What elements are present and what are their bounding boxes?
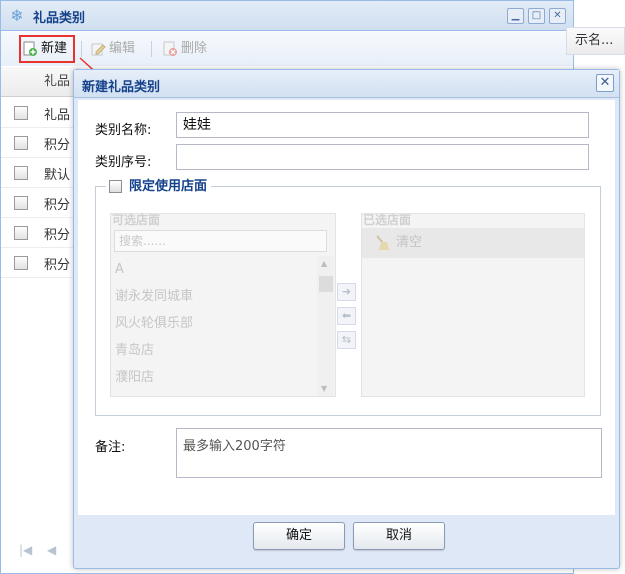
first-page-icon[interactable]: |◀ [19, 543, 32, 557]
list-scrollbar[interactable]: ▲ ▼ [317, 256, 334, 396]
side-panel-header[interactable]: 示名... [566, 27, 625, 55]
row-checkbox[interactable] [14, 166, 28, 180]
toolbar-separator [151, 41, 152, 57]
restrict-stores-checkbox[interactable] [109, 180, 122, 193]
close-icon[interactable]: ✕ [596, 74, 614, 92]
new-button-label: 新建 [41, 41, 68, 56]
delete-button-label: 删除 [181, 41, 208, 56]
grid-header-checkbox-cell [1, 67, 37, 97]
available-stores-panel: 可选店面 搜索...... A 谢永发同城車 风火轮俱乐部 青岛店 濮阳店 ▲ … [110, 213, 336, 397]
table-row[interactable]: 积分 [1, 188, 81, 218]
row-text: 积分 [44, 228, 71, 243]
category-name-input[interactable]: 娃娃 [176, 112, 589, 138]
table-row[interactable]: 积分 [1, 128, 81, 158]
selected-stores-panel: 已选店面 清空 [361, 213, 585, 397]
prev-page-icon[interactable]: ◀ [47, 543, 56, 557]
maximize-icon[interactable]: □ [528, 8, 545, 24]
new-category-dialog: 新建礼品类别 ✕ 类别名称: 娃娃 类别序号: 限定使用店面 可选店面 搜索..… [73, 69, 620, 569]
selected-stores-title: 已选店面 [363, 213, 412, 227]
row-checkbox[interactable] [14, 256, 28, 270]
background-window-title: 礼品类别 [33, 11, 86, 26]
table-row[interactable]: 默认 [1, 158, 81, 188]
close-icon[interactable]: ✕ [549, 8, 566, 24]
row-text: 积分 [44, 258, 71, 273]
scroll-down-icon[interactable]: ▼ [321, 384, 327, 393]
row-text: 默认 [44, 168, 71, 183]
restrict-stores-legend[interactable]: 限定使用店面 [106, 179, 212, 195]
swap-icon[interactable]: ⇆ [337, 331, 356, 349]
category-seq-input[interactable] [176, 144, 589, 170]
available-stores-title: 可选店面 [112, 213, 161, 227]
restrict-stores-label: 限定使用店面 [129, 179, 208, 194]
cancel-button[interactable]: 取消 [353, 522, 445, 550]
new-document-icon [23, 41, 37, 56]
edit-button-label: 编辑 [109, 41, 136, 56]
scroll-thumb[interactable] [319, 276, 333, 292]
list-item[interactable]: 青岛店 [111, 337, 316, 364]
selected-stores-toolbar: 清空 [362, 228, 584, 258]
scroll-up-icon[interactable]: ▲ [321, 259, 327, 268]
row-checkbox[interactable] [14, 226, 28, 240]
list-item[interactable]: 谢永发同城車 [111, 283, 316, 310]
row-text: 积分 [44, 138, 71, 153]
available-stores-list: A 谢永发同城車 风火轮俱乐部 青岛店 濮阳店 [111, 256, 316, 391]
row-checkbox[interactable] [14, 196, 28, 210]
clear-button-label: 清空 [396, 235, 423, 250]
move-left-icon[interactable]: ⬅ [337, 307, 356, 325]
table-row[interactable]: 积分 [1, 248, 81, 278]
move-right-icon[interactable]: ➜ [337, 283, 356, 301]
category-name-label: 类别名称: [95, 123, 152, 138]
category-seq-label: 类别序号: [95, 155, 152, 170]
table-row[interactable]: 礼品 [1, 98, 81, 128]
new-button[interactable]: 新建 [19, 35, 75, 63]
snowflake-icon: ❄ [10, 6, 24, 25]
list-item[interactable]: 濮阳店 [111, 364, 316, 391]
ok-button[interactable]: 确定 [253, 522, 345, 550]
remarks-label: 备注: [95, 440, 126, 455]
broom-icon [376, 235, 389, 250]
row-text: 礼品 [44, 108, 71, 123]
delete-icon [163, 41, 177, 56]
restrict-stores-fieldset: 限定使用店面 可选店面 搜索...... A 谢永发同城車 风火轮俱乐部 青岛店… [95, 179, 601, 416]
pager: |◀ ◀ [1, 533, 81, 563]
row-checkbox[interactable] [14, 106, 28, 120]
remarks-textarea[interactable]: 最多输入200字符 [176, 428, 602, 478]
dialog-body: 类别名称: 娃娃 类别序号: 限定使用店面 可选店面 搜索...... A 谢永… [78, 100, 615, 515]
dialog-title: 新建礼品类别 [82, 80, 161, 95]
row-text: 积分 [44, 198, 71, 213]
dialog-titlebar[interactable]: 新建礼品类别 ✕ [74, 70, 619, 98]
list-item[interactable]: 风火轮俱乐部 [111, 310, 316, 337]
table-row[interactable]: 积分 [1, 218, 81, 248]
row-checkbox[interactable] [14, 136, 28, 150]
clear-button[interactable]: 清空 [374, 234, 422, 252]
minimize-icon[interactable]: ▁ [507, 8, 524, 24]
background-titlebar: ❄ 礼品类别 ▁ □ ✕ [1, 1, 573, 31]
list-item[interactable]: A [111, 256, 316, 283]
delete-button[interactable]: 删除 [161, 37, 207, 61]
store-search-input[interactable]: 搜索...... [114, 230, 327, 252]
